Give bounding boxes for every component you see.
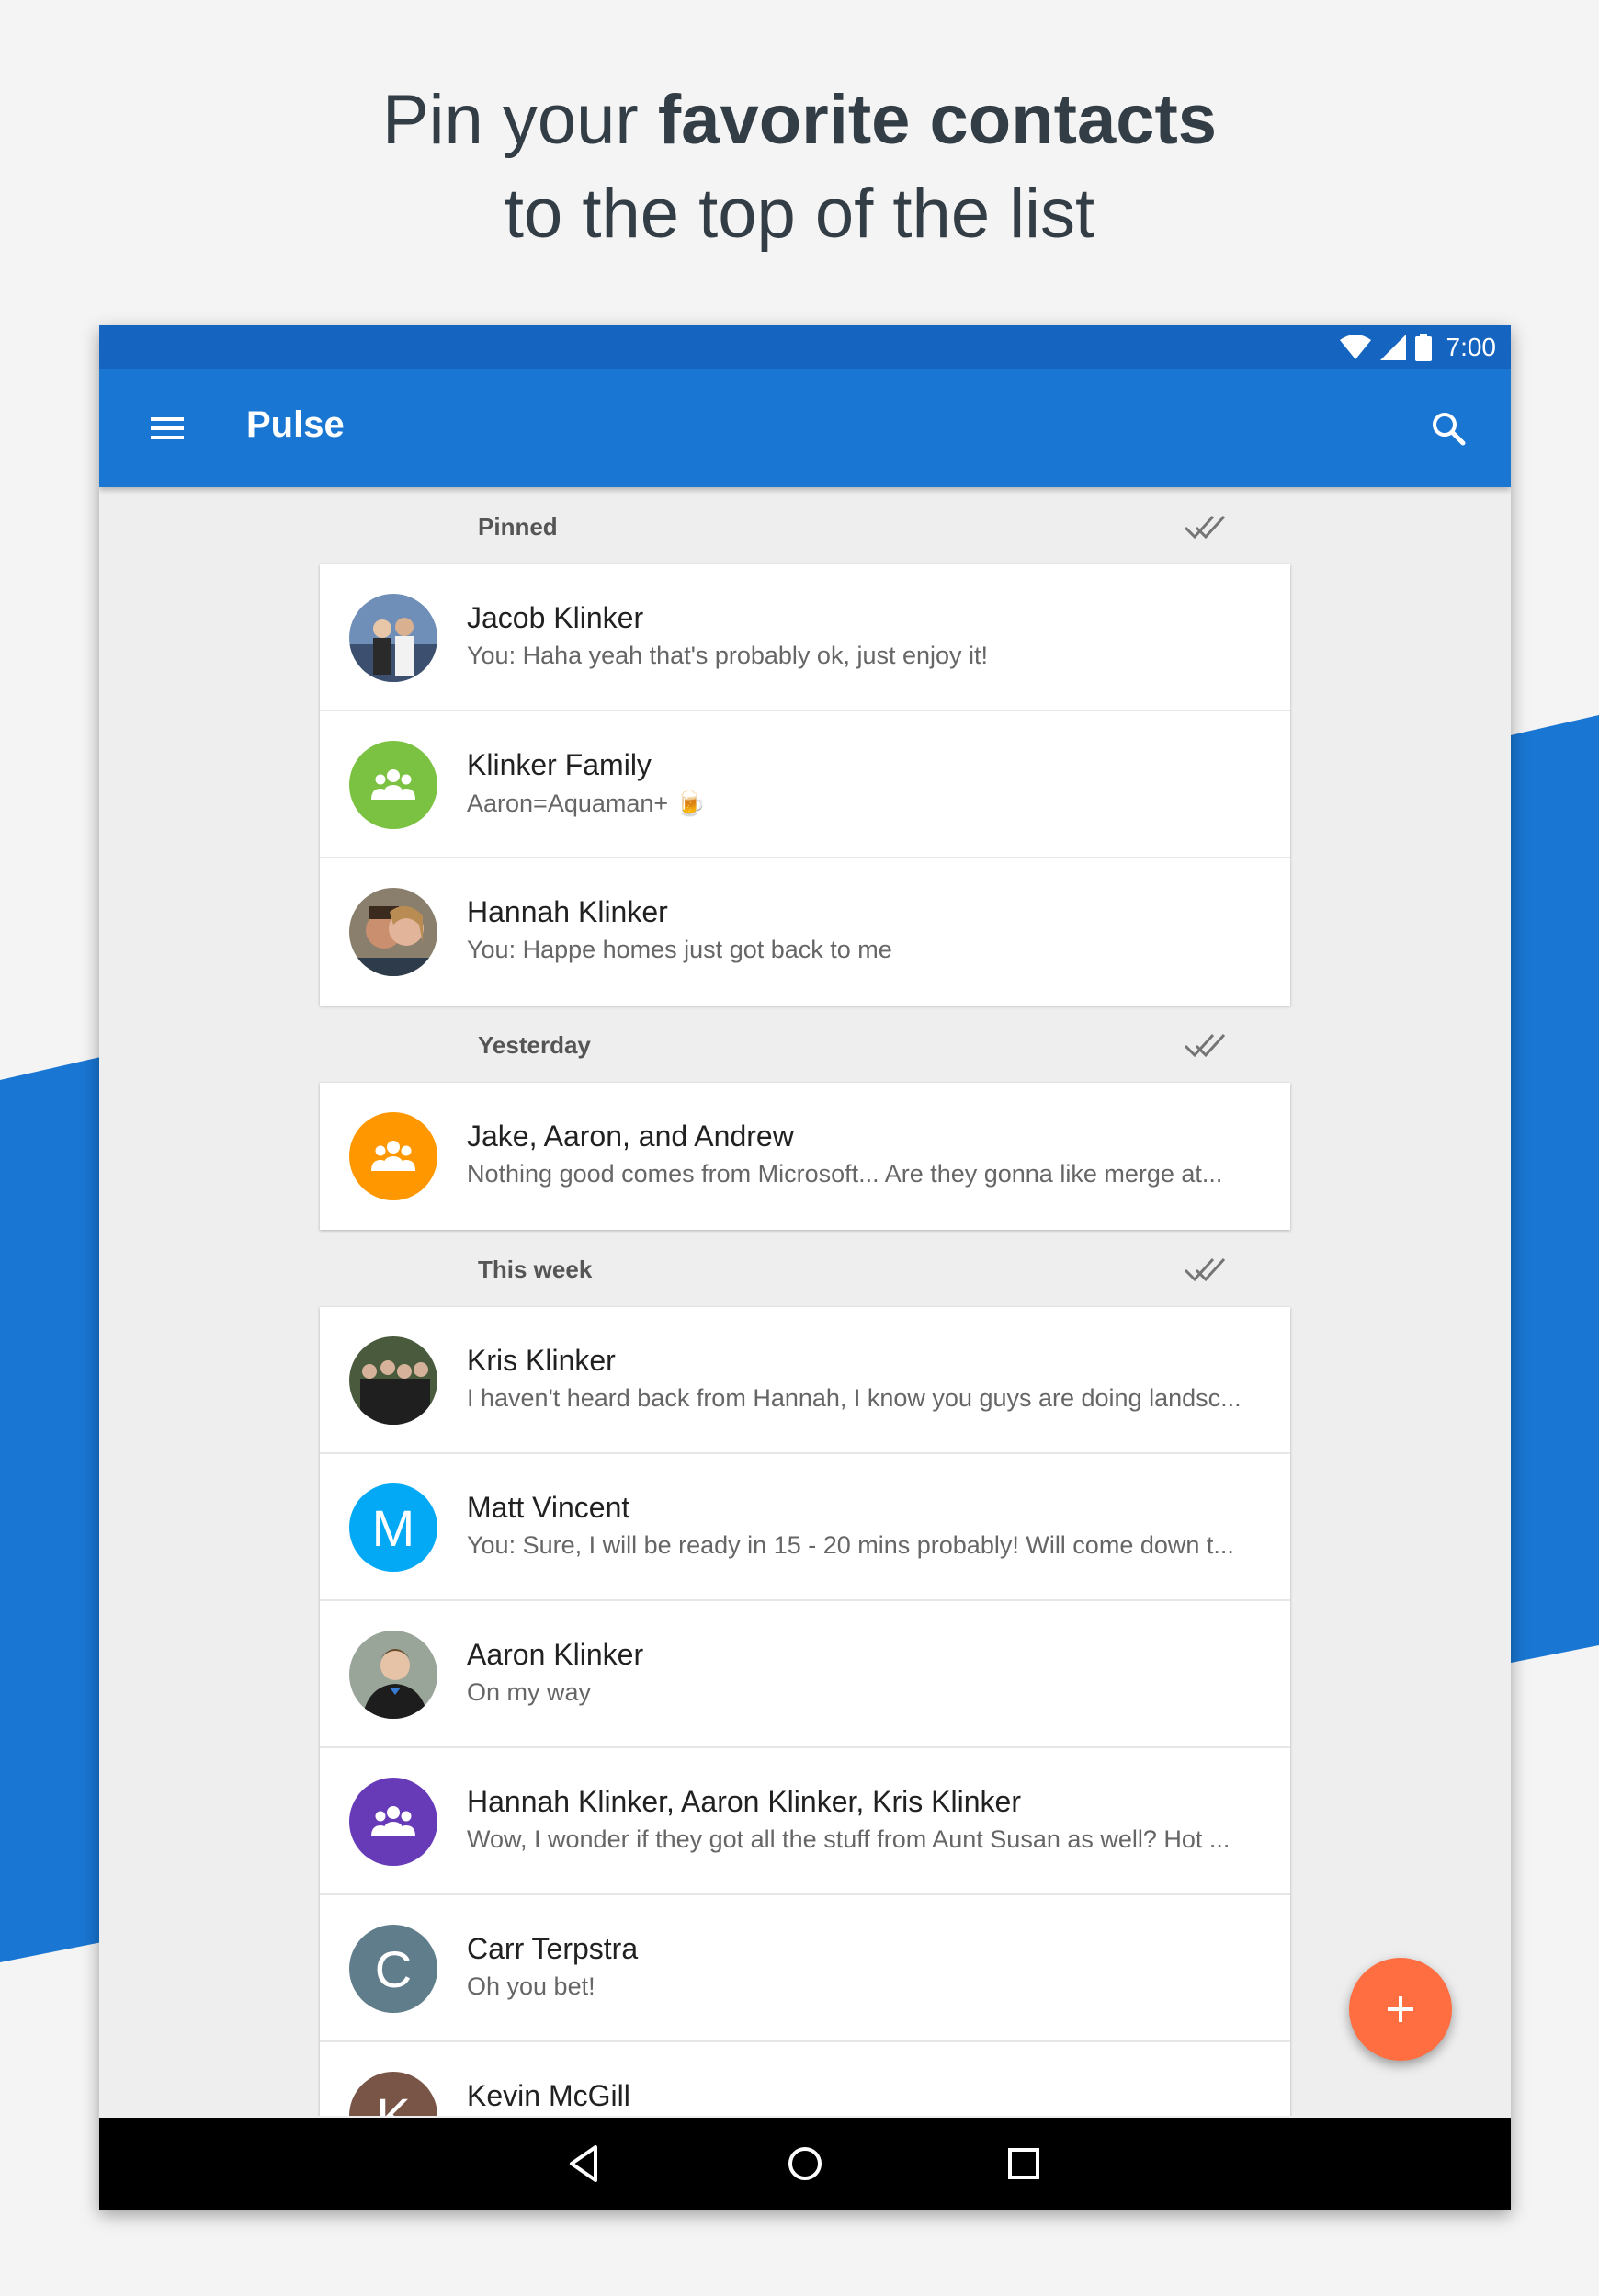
plus-icon [1388,1996,1413,2022]
card-yesterday: Jake, Aaron, and Andrew Nothing good com… [320,1083,1290,1230]
conversation-row[interactable]: Aaron Klinker On my way [320,1601,1290,1748]
app-title: Pulse [246,404,345,445]
message-snippet: Wow, I wonder if they got all the stuff … [467,1825,1230,1853]
headline: Pin your favorite contacts to the top of… [0,74,1599,261]
tablet-screen: 7:00 Pulse Pinned Jacob Klinker You: Hah… [99,325,1511,2210]
headline-prefix: Pin your [381,81,639,159]
message-snippet: Aaron=Aquaman+ 🍺 [467,790,707,817]
new-message-button[interactable] [1349,1958,1452,2061]
home-icon[interactable] [783,2142,827,2186]
conversation-row[interactable]: Jacob Klinker You: Haha yeah that's prob… [320,564,1290,711]
message-snippet: You: Sure, I will be ready in 15 - 20 mi… [467,1531,1234,1559]
message-snippet: Oh you bet! [467,1972,595,2000]
contact-name: Jake, Aaron, and Andrew [467,1120,794,1153]
signal-icon [1379,335,1406,360]
system-nav-bar [99,2118,1511,2210]
card-pinned: Jacob Klinker You: Haha yeah that's prob… [320,564,1290,1006]
contact-name: Hannah Klinker [467,895,668,928]
message-snippet: You: Happe homes just got back to me [467,936,892,963]
avatar [349,594,437,682]
section-label: This week [478,1256,593,1283]
conversation-row[interactable]: Hannah Klinker, Aaron Klinker, Kris Klin… [320,1748,1290,1895]
contact-name: Kris Klinker [467,1344,616,1377]
card-this-week: Kris Klinker I haven't heard back from H… [320,1307,1290,2116]
group-icon [371,769,415,800]
headline-bold: favorite contacts [657,81,1218,159]
search-icon[interactable] [1428,408,1469,449]
avatar [349,1112,437,1200]
wifi-icon [1339,335,1371,359]
message-snippet: On my way [467,1678,592,1706]
message-snippet: You: Haha yeah that's probably ok, just … [467,642,989,669]
section-header-this-week: This week [320,1230,1290,1307]
headline-line2: to the top of the list [504,175,1095,253]
contact-name: Matt Vincent [467,1491,630,1524]
conversation-row[interactable]: Hannah Klinker You: Happe homes just got… [320,858,1290,1006]
avatar [349,888,437,976]
avatar: K [349,2072,437,2116]
avatar [349,1336,437,1425]
contact-name: Kevin McGill [467,2079,630,2112]
mark-all-read-icon[interactable] [1184,1254,1228,1283]
status-time: 7:00 [1446,333,1497,361]
contact-name: Aaron Klinker [467,1638,644,1671]
group-icon [371,1806,415,1836]
message-snippet: Nothing good comes from Microsoft... Are… [467,1160,1223,1188]
section-header-yesterday: Yesterday [320,1006,1290,1083]
contact-name: Jacob Klinker [467,601,644,634]
contact-name: Carr Terpstra [467,1932,639,1965]
back-icon[interactable] [564,2142,608,2186]
contact-photo [349,888,437,976]
conversation-row[interactable]: K Kevin McGill [320,2042,1290,2116]
recents-icon[interactable] [1002,2142,1046,2186]
contact-photo [349,1631,437,1719]
app-toolbar: Pulse [99,369,1511,487]
menu-icon[interactable] [147,408,187,449]
section-label: Yesterday [478,1031,591,1059]
section-header-pinned: Pinned [320,487,1290,564]
mark-all-read-icon[interactable] [1184,511,1228,540]
status-bar: 7:00 [99,325,1511,369]
section-label: Pinned [478,513,558,540]
contact-name: Klinker Family [467,748,652,781]
avatar-letter: M [371,1498,415,1557]
conversation-row[interactable]: M Matt Vincent You: Sure, I will be read… [320,1454,1290,1601]
avatar: M [349,1483,437,1572]
mark-all-read-icon[interactable] [1184,1029,1228,1059]
avatar [349,1631,437,1719]
headline-line1: Pin your favorite contacts [0,74,1599,167]
battery-icon [1414,334,1432,361]
conversation-row[interactable]: C Carr Terpstra Oh you bet! [320,1895,1290,2042]
avatar: C [349,1925,437,2013]
conversation-list[interactable]: Pinned Jacob Klinker You: Haha yeah that… [99,487,1511,2116]
avatar-letter: K [376,2086,411,2117]
avatar [349,1778,437,1866]
avatar-letter: C [374,1939,413,1998]
contact-photo [349,594,437,682]
conversation-row[interactable]: Jake, Aaron, and Andrew Nothing good com… [320,1083,1290,1230]
contact-photo [349,1336,437,1425]
conversation-row[interactable]: Kris Klinker I haven't heard back from H… [320,1307,1290,1454]
contact-name: Hannah Klinker, Aaron Klinker, Kris Klin… [467,1785,1021,1818]
avatar [349,741,437,829]
group-icon [371,1141,415,1171]
conversation-row[interactable]: Klinker Family Aaron=Aquaman+ 🍺 [320,711,1290,858]
message-snippet: I haven't heard back from Hannah, I know… [467,1384,1242,1412]
